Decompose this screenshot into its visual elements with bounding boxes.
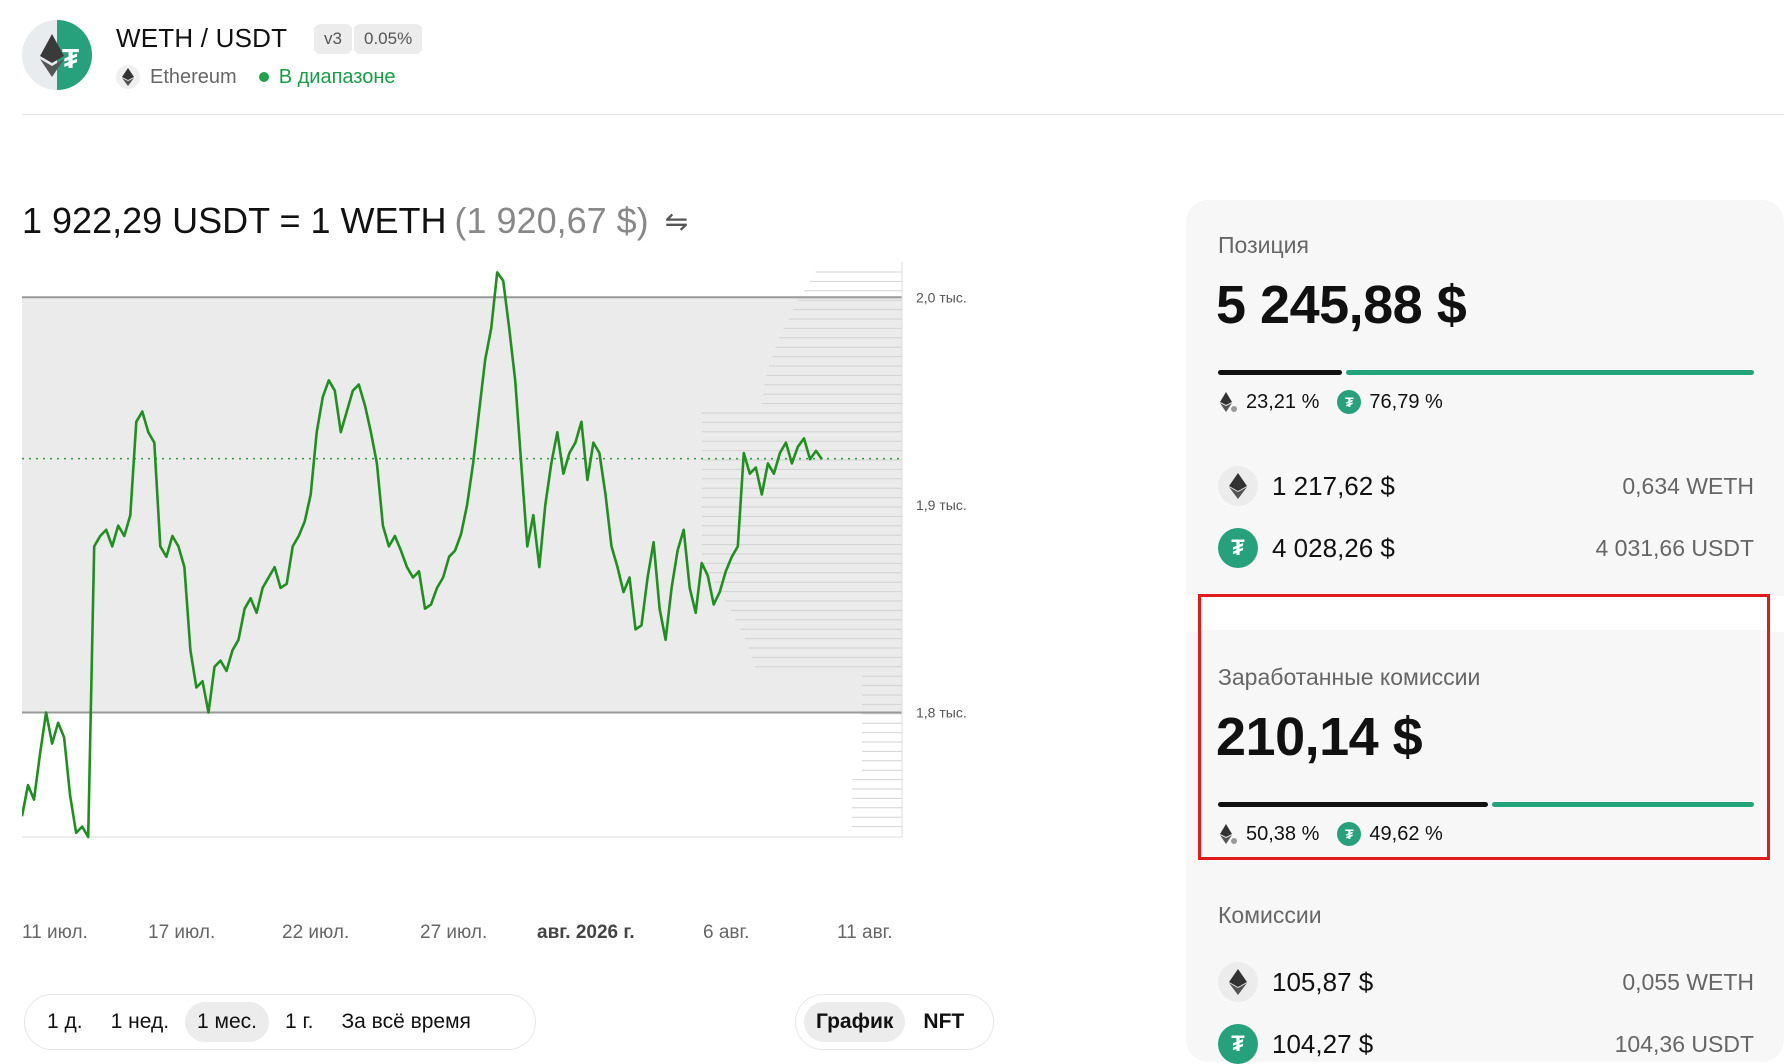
range-1y-button[interactable]: 1 г. — [273, 1002, 325, 1042]
view-toggle: График NFT — [795, 994, 994, 1050]
position-value: 5 245,88 $ — [1216, 275, 1467, 335]
x-tick-label: 22 июл. — [282, 922, 350, 943]
fees-eth-amount: 0,055 WETH — [1622, 968, 1754, 995]
position-eth-usd: 1 217,62 $ — [1272, 470, 1395, 501]
header-divider — [22, 114, 1784, 115]
range-1w-button[interactable]: 1 нед. — [99, 1002, 181, 1042]
x-tick-label: 27 июл. — [420, 922, 488, 943]
price-range-chart[interactable]: 2,0 тыс. 1,9 тыс. 1,8 тыс. — [22, 262, 982, 912]
position-usdt-usd: 4 028,26 $ — [1272, 532, 1395, 563]
fees-eth-usd: 105,87 $ — [1272, 966, 1374, 997]
x-tick-label: авг. 2026 г. — [537, 922, 635, 943]
network-status-row: Ethereum В диапазоне — [116, 64, 396, 90]
eth-icon — [1220, 392, 1237, 412]
y-tick-label: 1,8 тыс. — [916, 704, 967, 720]
svg-text:₮: ₮ — [62, 43, 79, 74]
network-label: Ethereum — [150, 65, 237, 88]
usdt-icon: ₮ — [1218, 1024, 1258, 1064]
y-tick-label: 1,9 тыс. — [916, 497, 967, 513]
x-tick-label: 17 июл. — [148, 922, 216, 943]
range-1d-button[interactable]: 1 д. — [35, 1002, 95, 1042]
position-split-row: 23,21 % ₮ 76,79 % — [1218, 390, 1443, 414]
swap-direction-icon[interactable]: ⇋ — [665, 205, 688, 238]
price-display: 1 922,29 USDT = 1 WETH (1 920,67 $) ⇋ — [22, 200, 688, 242]
view-nft-button[interactable]: NFT — [911, 1002, 976, 1042]
x-tick-label: 6 авг. — [703, 922, 750, 943]
eth-icon — [1218, 962, 1258, 1002]
pair-title: WETH / USDT — [116, 23, 288, 53]
view-chart-button[interactable]: График — [804, 1002, 906, 1042]
position-eth-row: 1 217,62 $ 0,634 WETH — [1218, 466, 1754, 506]
ethereum-icon — [116, 65, 140, 89]
fees-usdt-usd: 104,27 $ — [1272, 1028, 1374, 1059]
range-1m-button[interactable]: 1 мес. — [185, 1002, 269, 1042]
time-range-selector: 1 д. 1 нед. 1 мес. 1 г. За всё время — [24, 994, 536, 1050]
pair-logo: ₮ — [22, 20, 92, 90]
eth-usdt-logo-icon: ₮ — [40, 34, 79, 77]
fees-title: Комиссии — [1218, 902, 1322, 928]
position-eth-pct: 23,21 % — [1246, 390, 1320, 413]
x-tick-label: 11 июл. — [22, 922, 88, 943]
price-range-band — [22, 297, 902, 713]
price-usd: (1 920,67 $) — [454, 200, 649, 241]
eth-icon — [1218, 466, 1258, 506]
position-usdt-pct: 76,79 % — [1369, 390, 1443, 413]
usdt-icon: ₮ — [1218, 528, 1258, 568]
position-eth-amount: 0,634 WETH — [1622, 472, 1754, 499]
y-tick-label: 2,0 тыс. — [916, 289, 967, 305]
earned-fees-highlight-box — [1198, 594, 1770, 860]
range-all-button[interactable]: За всё время — [329, 1002, 482, 1042]
position-usdt-row: ₮ 4 028,26 $ 4 031,66 USDT — [1218, 528, 1754, 568]
range-status: В диапазоне — [278, 65, 396, 88]
position-title: Позиция — [1218, 232, 1309, 258]
position-eth-share-bar — [1218, 370, 1342, 375]
usdt-icon: ₮ — [1337, 390, 1362, 414]
x-tick-label: 11 авг. — [837, 922, 893, 943]
position-usdt-amount: 4 031,66 USDT — [1595, 534, 1754, 561]
fees-usdt-row: ₮ 104,27 $ 104,36 USDT — [1218, 1024, 1754, 1064]
version-badge: v3 — [314, 24, 352, 54]
fees-usdt-amount: 104,36 USDT — [1614, 1030, 1754, 1057]
in-range-dot-icon — [258, 72, 269, 82]
fees-eth-row: 105,87 $ 0,055 WETH — [1218, 962, 1754, 1002]
position-usdt-share-bar — [1346, 370, 1754, 375]
price-ratio: 1 922,29 USDT = 1 WETH — [22, 200, 447, 241]
fee-tier-badge: 0.05% — [354, 24, 423, 54]
